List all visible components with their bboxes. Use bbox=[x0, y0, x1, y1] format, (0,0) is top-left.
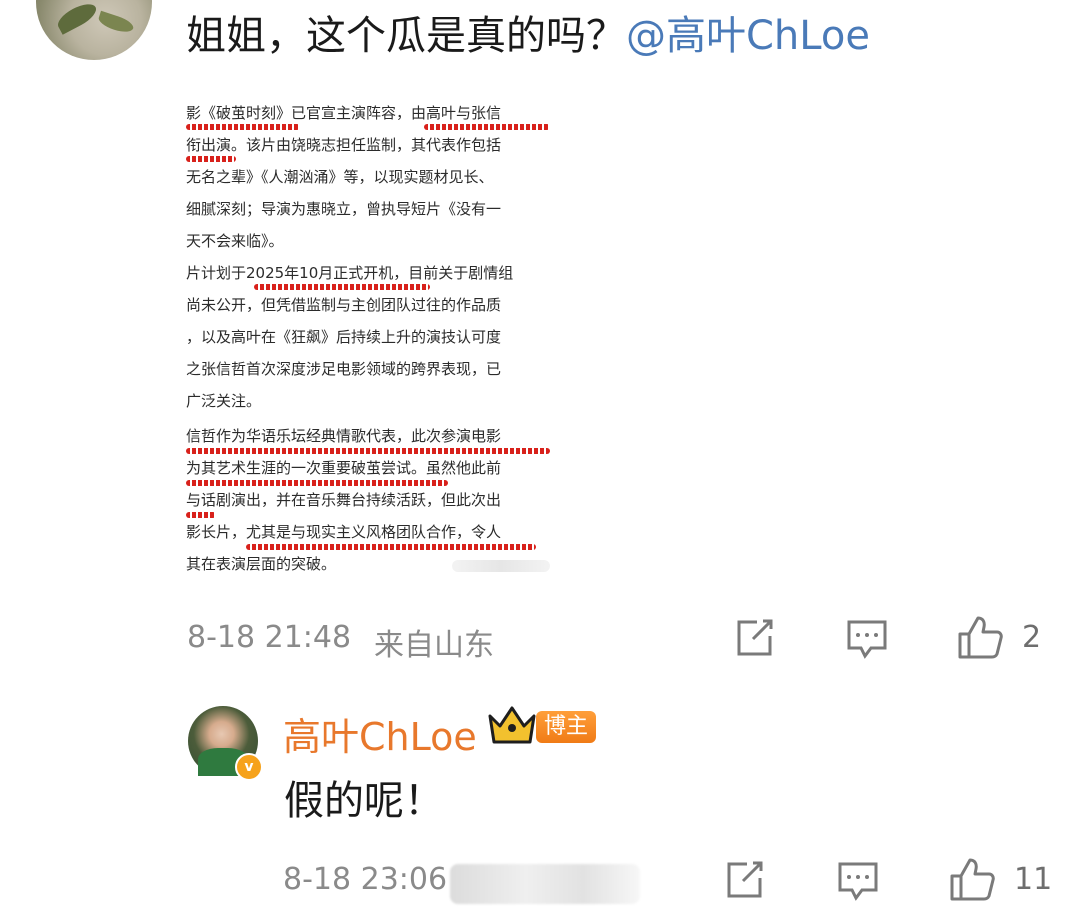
comment-text: 姐姐，这个瓜是真的吗？@高叶ChLoe bbox=[186, 10, 870, 62]
article-line: 无名之辈》《人潮汹涌》等，以现实题材见长、 bbox=[186, 168, 494, 186]
red-underline bbox=[186, 156, 236, 162]
reply-author-name[interactable]: 高叶ChLoe bbox=[283, 706, 477, 761]
mention-link[interactable]: @高叶ChLoe bbox=[626, 13, 870, 59]
attached-image[interactable]: 影《破茧时刻》已官宣主演阵容，由高叶与张信 衔出演。该片由饶晓志担任监制，其代表… bbox=[184, 96, 552, 578]
article-line: 影《破茧时刻》已官宣主演阵容，由高叶与张信 bbox=[186, 104, 502, 122]
article-line: 其在表演层面的突破。 bbox=[186, 555, 337, 573]
commenter-avatar[interactable] bbox=[36, 0, 152, 60]
article-line: 天不会来临》。 bbox=[186, 232, 284, 250]
red-underline bbox=[186, 124, 300, 130]
thumbs-up-icon[interactable] bbox=[956, 614, 1004, 660]
article-line: 与话剧演出，并在音乐舞台持续活跃，但此次出 bbox=[186, 491, 502, 509]
reply-text: 假的呢！ bbox=[284, 778, 444, 824]
like-count: 2 bbox=[1022, 620, 1042, 655]
verified-badge-icon: v bbox=[235, 753, 263, 781]
share-icon[interactable] bbox=[722, 858, 766, 902]
red-underline bbox=[186, 480, 448, 486]
image-watermark bbox=[452, 560, 550, 572]
red-underline bbox=[424, 124, 550, 130]
article-line: 片计划于2025年10月正式开机，目前关于剧情组 bbox=[186, 264, 514, 282]
article-line: 细腻深刻；导演为惠晓立，曾执导短片《没有一 bbox=[186, 200, 502, 218]
blurred-location bbox=[450, 864, 640, 904]
crown-icon bbox=[486, 704, 538, 750]
article-line: 衔出演。该片由饶晓志担任监制，其代表作包括 bbox=[186, 136, 502, 154]
comment-time: 8-18 21:48 bbox=[187, 620, 352, 655]
article-line: 信哲作为华语乐坛经典情歌代表，此次参演电影 bbox=[186, 427, 502, 445]
comment-icon[interactable] bbox=[836, 860, 880, 902]
blogger-badge: 博主 bbox=[536, 711, 597, 743]
avatar-plant-leaf bbox=[96, 10, 136, 36]
article-line: 广泛关注。 bbox=[186, 392, 262, 410]
avatar-plant-leaf bbox=[54, 0, 100, 35]
reply-time: 8-18 23:06 bbox=[283, 862, 448, 897]
article-line: 之张信哲首次深度涉足电影领域的跨界表现，已 bbox=[186, 360, 502, 378]
article-line: 尚未公开，但凭借监制与主创团队过往的作品质 bbox=[186, 296, 502, 314]
red-underline bbox=[254, 284, 430, 290]
red-underline bbox=[186, 448, 550, 454]
comment-location: 来自山东 bbox=[374, 628, 494, 663]
red-underline bbox=[246, 544, 536, 550]
red-underline bbox=[186, 512, 216, 518]
comment-icon[interactable] bbox=[845, 618, 889, 660]
article-line: ，以及高叶在《狂飙》后持续上升的演技认可度 bbox=[186, 328, 502, 346]
article-line: 为其艺术生涯的一次重要破茧尝试。虽然他此前 bbox=[186, 459, 502, 477]
share-icon[interactable] bbox=[732, 616, 776, 660]
comment-body: 姐姐，这个瓜是真的吗？ bbox=[186, 13, 626, 59]
like-count: 11 bbox=[1014, 862, 1053, 897]
thumbs-up-icon[interactable] bbox=[948, 856, 996, 902]
article-line: 影长片，尤其是与现实主义风格团队合作，令人 bbox=[186, 523, 502, 541]
